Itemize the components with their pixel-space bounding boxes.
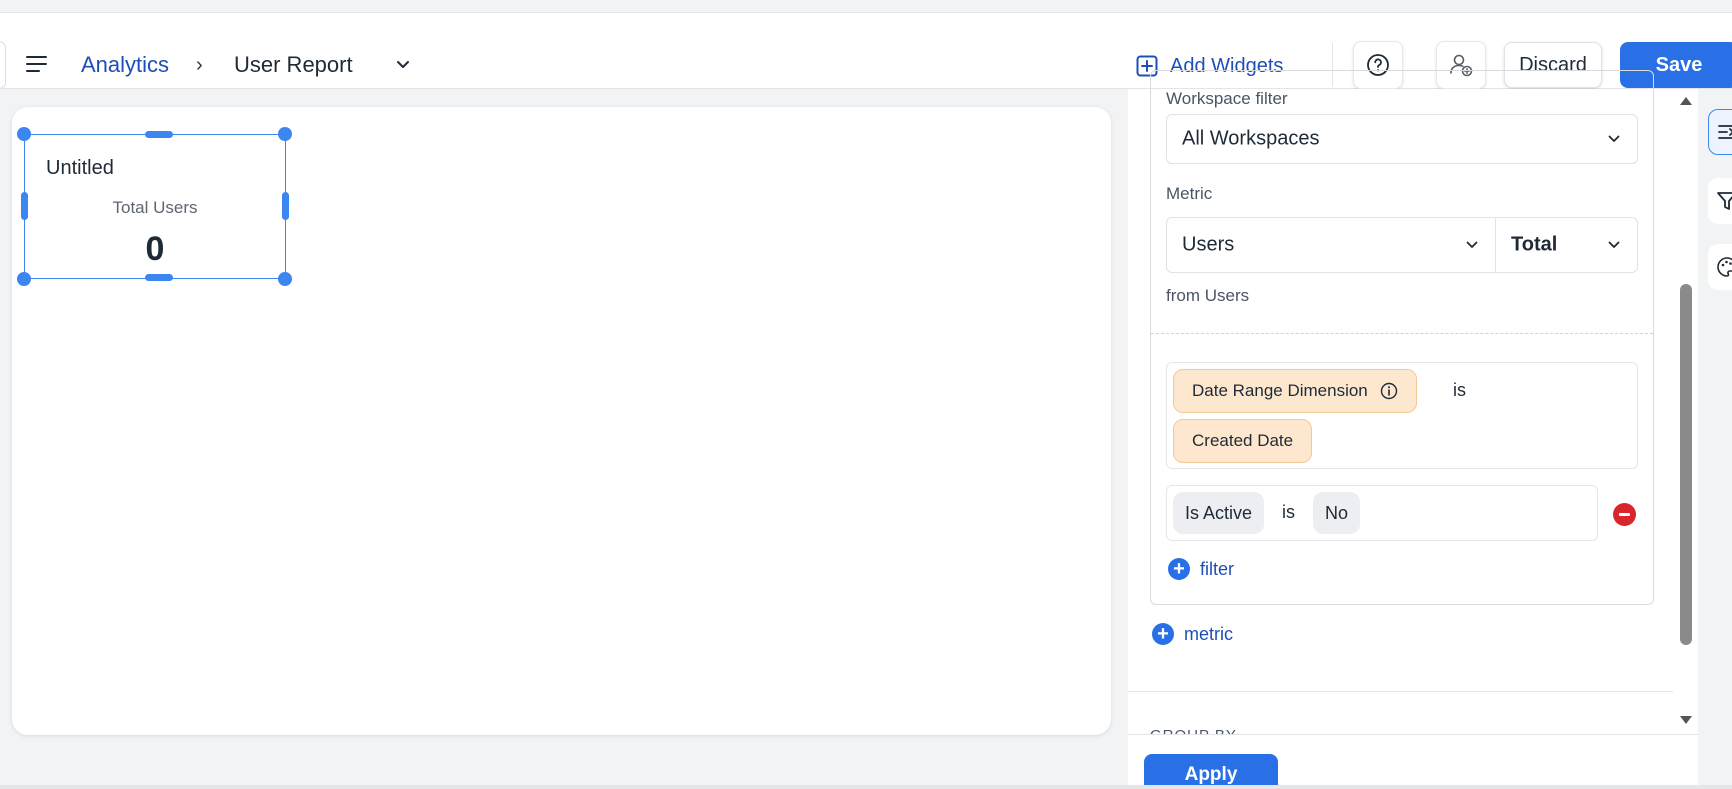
add-metric-button[interactable]: + metric: [1152, 623, 1233, 645]
browser-top-strip: [0, 0, 1732, 13]
workspace-filter-label: Workspace filter: [1166, 89, 1288, 108]
date-range-dimension-label: Date Range Dimension: [1192, 381, 1368, 400]
resize-handle-left[interactable]: [21, 192, 28, 220]
add-filter-label: filter: [1200, 558, 1235, 579]
add-metric-label: metric: [1184, 623, 1233, 644]
metric-field-value: Users: [1182, 233, 1235, 256]
resize-handle-top-left[interactable]: [17, 127, 31, 141]
filter-field-chip[interactable]: Is Active: [1173, 492, 1265, 534]
filter-value-chip[interactable]: No: [1313, 492, 1361, 534]
date-filter-operator: is: [1453, 380, 1466, 400]
add-filter-button[interactable]: + filter: [1168, 558, 1234, 580]
filter-funnel-icon: [1717, 192, 1732, 210]
chevron-down-icon[interactable]: [395, 57, 411, 73]
section-separator: [1128, 691, 1673, 692]
chevron-down-icon: [1608, 135, 1620, 142]
resize-handle-bottom-right[interactable]: [278, 272, 292, 286]
chevron-down-icon: [1608, 241, 1620, 248]
rail-tab-filter[interactable]: [1708, 178, 1732, 224]
section-divider: [1151, 333, 1653, 334]
filter-operator: is: [1282, 502, 1295, 522]
palette-icon: [1717, 257, 1732, 277]
apply-button[interactable]: Apply: [1144, 754, 1278, 789]
scroll-down-arrow-icon[interactable]: [1680, 716, 1692, 724]
workspace-filter-select[interactable]: All Workspaces: [1166, 114, 1638, 164]
widget-title: Untitled: [46, 157, 114, 179]
resize-handle-bottom-left[interactable]: [17, 272, 31, 286]
resize-handle-top[interactable]: [145, 131, 173, 138]
scroll-up-arrow-icon[interactable]: [1680, 97, 1692, 105]
collapsed-sidebar-handle[interactable]: [0, 41, 6, 89]
chevron-down-icon: [1466, 241, 1478, 248]
resize-handle-top-right[interactable]: [278, 127, 292, 141]
metric-field-select[interactable]: Users: [1166, 217, 1496, 273]
created-date-label: Created Date: [1192, 431, 1294, 450]
date-range-dimension-chip[interactable]: Date Range Dimension: [1173, 369, 1417, 413]
resize-handle-right[interactable]: [282, 192, 289, 220]
widget-metric-value: 0: [145, 230, 165, 268]
breadcrumb-analytics-link[interactable]: Analytics: [81, 51, 169, 79]
info-circle-icon[interactable]: [1380, 382, 1398, 400]
plus-circle-icon: +: [1152, 623, 1174, 645]
metric-label: Metric: [1166, 184, 1213, 203]
plus-circle-icon: +: [1168, 558, 1190, 580]
metric-aggregation-select[interactable]: Total: [1495, 217, 1638, 273]
scrollbar-thumb[interactable]: [1680, 284, 1692, 645]
created-date-chip[interactable]: Created Date: [1173, 419, 1313, 463]
hamburger-menu-icon[interactable]: [26, 53, 48, 75]
minus-circle-icon[interactable]: [1613, 503, 1636, 526]
widget-metric-label: Total Users: [112, 198, 198, 217]
resize-handle-bottom[interactable]: [145, 274, 173, 281]
report-title: User Report: [234, 52, 353, 77]
workspace-filter-value: All Workspaces: [1182, 127, 1320, 150]
window-bottom-edge: [0, 785, 1732, 789]
rail-tab-style[interactable]: [1708, 244, 1732, 290]
settings-panel-icon: [1718, 125, 1732, 139]
metric-aggregation-value: Total: [1511, 233, 1558, 256]
rail-tab-settings[interactable]: [1708, 109, 1732, 155]
widget-card[interactable]: Untitled Total Users 0: [24, 134, 286, 279]
breadcrumb-separator-icon: ›: [196, 54, 203, 76]
metric-source-text: from Users: [1166, 286, 1250, 305]
